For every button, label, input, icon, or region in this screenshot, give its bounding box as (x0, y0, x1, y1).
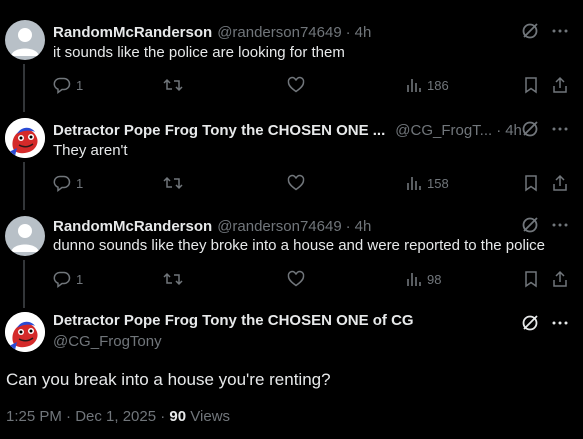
more-icon[interactable] (551, 314, 569, 332)
display-name[interactable]: Detractor Pope Frog Tony the CHOSEN ONE … (53, 312, 414, 329)
like-icon (287, 76, 305, 94)
more-icon[interactable] (551, 120, 569, 138)
timestamp[interactable]: 4h (355, 218, 372, 235)
views-label: Views (190, 408, 231, 425)
reply-icon (53, 174, 71, 192)
tweet-text: They aren't (53, 142, 128, 159)
user-handle[interactable]: @randerson74649 (217, 218, 341, 235)
reply-tweet[interactable]: Detractor Pope Frog Tony the CHOSEN ONE … (0, 98, 583, 196)
views-button[interactable]: 98 (406, 270, 441, 288)
tweet-text: it sounds like the police are looking fo… (53, 44, 345, 61)
separator-dot: · (345, 23, 351, 41)
views-icon (406, 174, 422, 192)
avatar[interactable] (5, 118, 45, 158)
action-bar: 1 186 (53, 76, 569, 96)
separator-dot: · (496, 121, 502, 139)
views-icon (406, 76, 422, 94)
views-button[interactable]: 158 (406, 174, 449, 192)
share-icon (551, 174, 569, 192)
reply-button[interactable]: 1 (53, 270, 83, 288)
reply-count: 1 (76, 271, 84, 287)
action-bar: 1 98 (53, 270, 569, 290)
display-name[interactable]: RandomMcRanderson (53, 218, 212, 235)
tweet-text: dunno sounds like they broke into a hous… (53, 237, 545, 254)
more-icon[interactable] (551, 216, 569, 234)
user-handle[interactable]: @randerson74649 (217, 24, 341, 41)
share-icon (551, 270, 569, 288)
user-handle[interactable]: @CG_FrogTony (53, 333, 162, 350)
timestamp[interactable]: 4h (355, 24, 372, 41)
like-button[interactable] (287, 76, 305, 94)
grok-icon[interactable] (521, 314, 539, 332)
views-count: 158 (427, 175, 449, 191)
bookmark-button[interactable] (523, 270, 539, 288)
views-count: 186 (427, 77, 449, 93)
views-count: 98 (427, 271, 442, 287)
bookmark-button[interactable] (523, 174, 539, 192)
tweet-header: RandomMcRanderson @randerson74649 · 4h (53, 22, 371, 42)
post-timestamp[interactable]: 1:25 PM · Dec 1, 2025 · (6, 408, 165, 425)
bookmark-icon (523, 270, 539, 288)
tweet-meta: 1:25 PM · Dec 1, 2025 · 90 Views (6, 408, 230, 425)
reply-button[interactable]: 1 (53, 76, 83, 94)
header-icons (521, 120, 569, 138)
retweet-button[interactable] (163, 270, 183, 288)
user-handle[interactable]: @CG_FrogT... (395, 122, 492, 139)
more-icon[interactable] (551, 22, 569, 40)
reply-count: 1 (76, 77, 84, 93)
header-icons (521, 22, 569, 40)
bookmark-icon (523, 174, 539, 192)
reply-icon (53, 270, 71, 288)
share-icon (551, 76, 569, 94)
share-button[interactable] (551, 76, 569, 94)
header-icons (521, 314, 569, 332)
like-button[interactable] (287, 270, 305, 288)
share-button[interactable] (551, 270, 569, 288)
grok-icon[interactable] (521, 120, 539, 138)
views-icon (406, 270, 422, 288)
tweet-header: RandomMcRanderson @randerson74649 · 4h (53, 216, 371, 236)
bookmark-button[interactable] (523, 76, 539, 94)
reply-tweet[interactable]: RandomMcRanderson @randerson74649 · 4h d… (0, 196, 583, 294)
grok-icon[interactable] (521, 22, 539, 40)
like-icon (287, 174, 305, 192)
reply-count: 1 (76, 175, 84, 191)
like-icon (287, 270, 305, 288)
avatar[interactable] (5, 312, 45, 352)
bookmark-icon (523, 76, 539, 94)
focused-tweet: Detractor Pope Frog Tony the CHOSEN ONE … (0, 296, 583, 439)
conversation-thread: RandomMcRanderson @randerson74649 · 4h i… (0, 0, 583, 439)
retweet-button[interactable] (163, 76, 183, 94)
views-button[interactable]: 186 (406, 76, 449, 94)
like-button[interactable] (287, 174, 305, 192)
reply-icon (53, 76, 71, 94)
avatar[interactable] (5, 216, 45, 256)
action-bar: 1 158 (53, 174, 569, 194)
retweet-icon (163, 174, 183, 192)
share-button[interactable] (551, 174, 569, 192)
tweet-header: Detractor Pope Frog Tony the CHOSEN ONE … (53, 120, 522, 140)
separator-dot: · (345, 217, 351, 235)
header-icons (521, 216, 569, 234)
timestamp[interactable]: 4h (505, 122, 522, 139)
reply-tweet[interactable]: RandomMcRanderson @randerson74649 · 4h i… (0, 0, 583, 98)
retweet-button[interactable] (163, 174, 183, 192)
retweet-icon (163, 76, 183, 94)
display-name[interactable]: Detractor Pope Frog Tony the CHOSEN ONE … (53, 122, 385, 139)
tweet-text: Can you break into a house you're rentin… (6, 370, 331, 389)
views-count: 90 (169, 408, 187, 425)
display-name[interactable]: RandomMcRanderson (53, 24, 212, 41)
reply-button[interactable]: 1 (53, 174, 83, 192)
retweet-icon (163, 270, 183, 288)
grok-icon[interactable] (521, 216, 539, 234)
avatar[interactable] (5, 20, 45, 60)
